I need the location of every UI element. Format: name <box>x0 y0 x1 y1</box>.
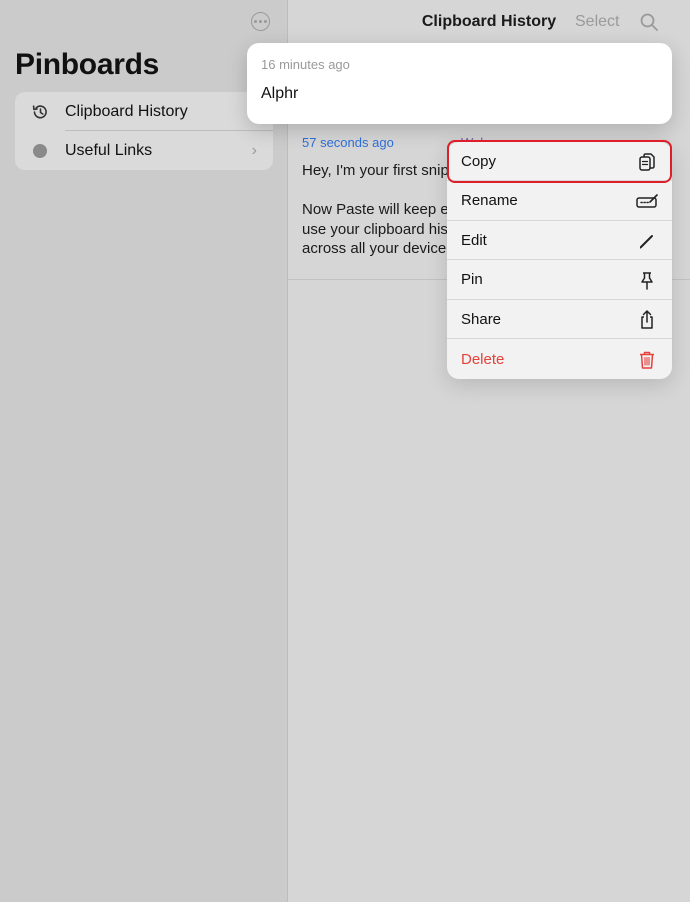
clip-line: use your clipboard his <box>302 220 448 238</box>
menu-item-rename[interactable]: Rename <box>447 182 672 221</box>
clip-content[interactable]: Hey, I'm your first snip Now Paste will … <box>302 161 450 263</box>
menu-item-label: Pin <box>461 271 483 288</box>
sidebar-title: Pinboards <box>15 48 159 81</box>
trash-icon <box>636 349 658 371</box>
rename-icon <box>636 191 658 213</box>
copy-icon <box>636 151 658 173</box>
context-menu: Copy Rename Edit Pin Share Delete <box>447 142 672 379</box>
clip-line: Hey, I'm your first snip <box>302 162 449 179</box>
menu-item-copy[interactable]: Copy <box>447 142 672 181</box>
pencil-icon <box>636 230 658 252</box>
pin-icon <box>636 270 658 292</box>
clip-preview-card: 16 minutes ago Alphr <box>247 43 672 124</box>
menu-item-delete[interactable]: Delete <box>447 340 672 379</box>
share-icon <box>636 309 658 331</box>
menu-item-label: Delete <box>461 350 505 368</box>
sidebar-item-label: Useful Links <box>65 141 153 159</box>
clip-timestamp: 57 seconds ago <box>302 135 394 150</box>
menu-item-edit[interactable]: Edit <box>447 221 672 260</box>
history-icon <box>15 103 65 121</box>
pinboard-list: Clipboard History Useful Links › <box>15 92 273 170</box>
clip-line: Now Paste will keep e <box>302 201 449 218</box>
menu-item-label: Share <box>461 310 502 328</box>
menu-item-pin[interactable]: Pin <box>447 261 672 300</box>
menu-item-label: Rename <box>461 192 518 209</box>
menu-item-label: Edit <box>461 231 487 249</box>
preview-text: Alphr <box>261 85 299 102</box>
sidebar: Pinboards Clipboard History Useful Links… <box>0 0 288 902</box>
search-icon[interactable] <box>639 12 659 37</box>
menu-item-label: Copy <box>461 152 497 170</box>
page-title: Clipboard History <box>421 13 557 30</box>
sidebar-item-clipboard-history[interactable]: Clipboard History <box>15 92 273 131</box>
dot-icon <box>15 143 65 158</box>
clip-line: across all your device <box>302 240 447 257</box>
preview-timestamp: 16 minutes ago <box>261 57 350 72</box>
sidebar-item-useful-links[interactable]: Useful Links › <box>15 131 273 170</box>
more-options-icon[interactable] <box>251 12 270 31</box>
select-button[interactable]: Select <box>575 13 619 31</box>
chevron-right-icon: › <box>251 142 257 159</box>
menu-item-share[interactable]: Share <box>447 300 672 339</box>
sidebar-item-label: Clipboard History <box>65 102 188 120</box>
